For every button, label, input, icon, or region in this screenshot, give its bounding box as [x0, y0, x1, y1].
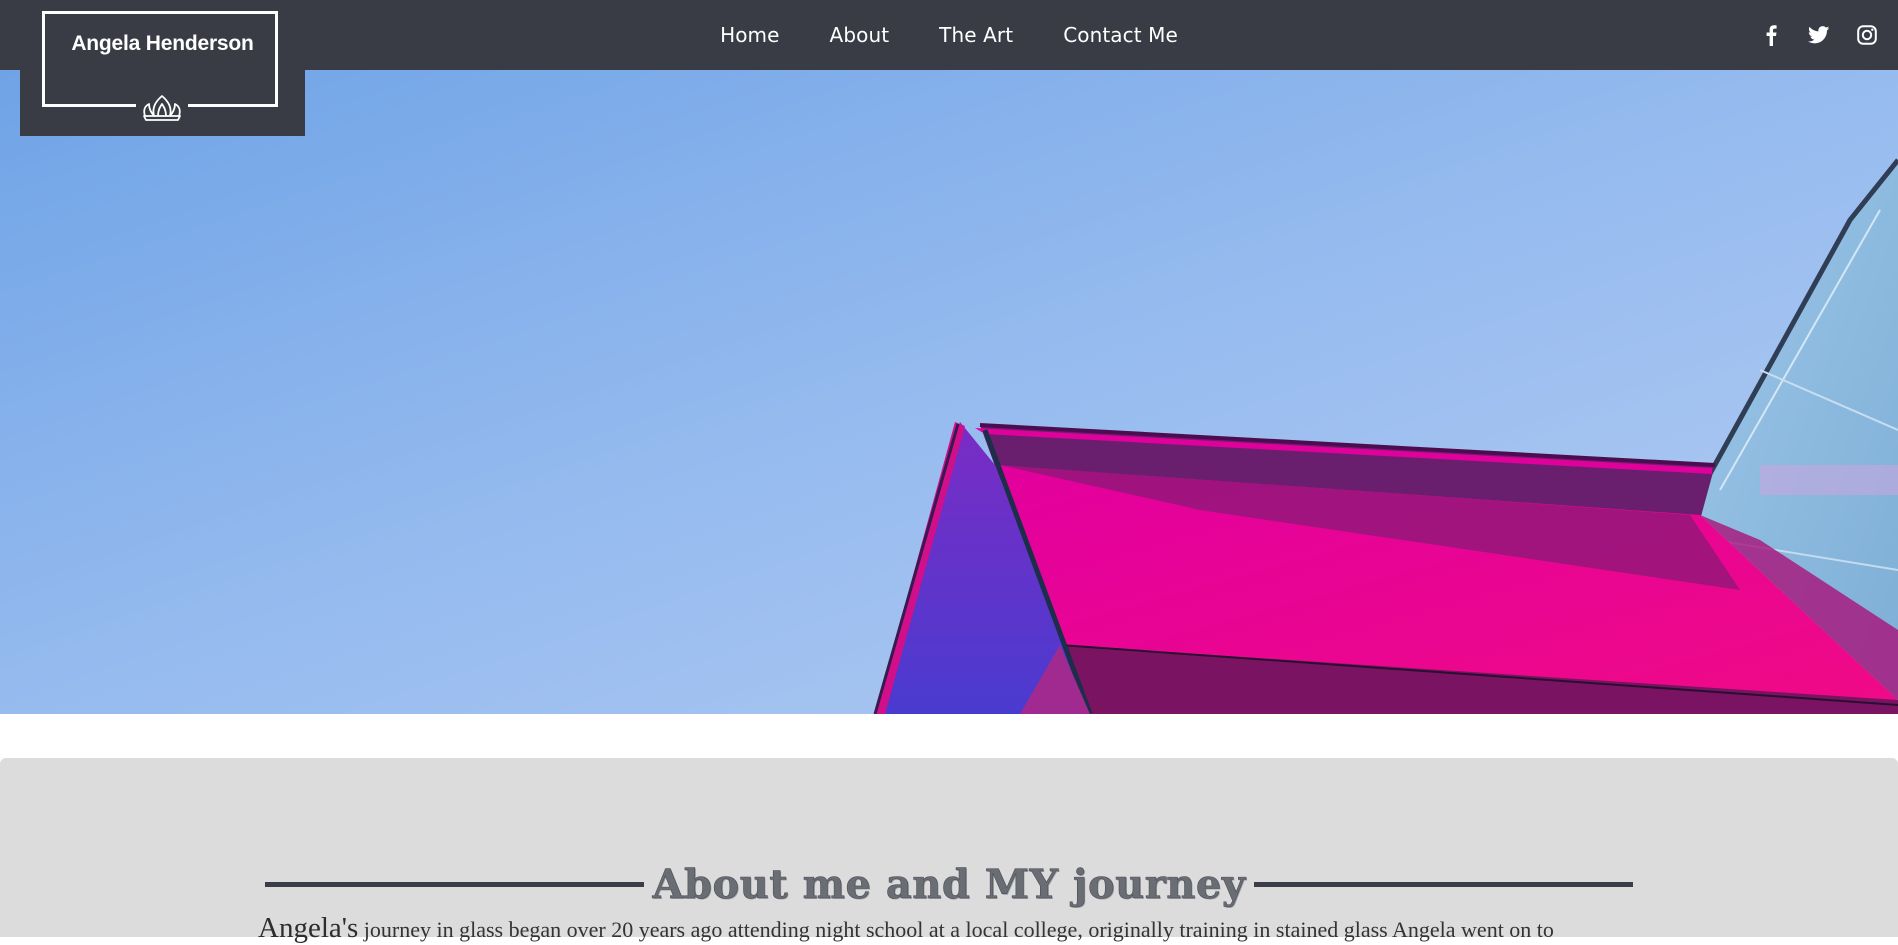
about-heading-title: About me and MY journey — [652, 860, 1246, 908]
nav-home-link[interactable]: Home — [720, 23, 779, 47]
social-links — [1760, 0, 1878, 70]
site-logo[interactable]: Angela Henderson — [20, 0, 305, 136]
hero-image — [0, 70, 1898, 714]
lotus-crown-icon — [136, 90, 188, 122]
instagram-icon[interactable] — [1856, 24, 1878, 46]
heading-divider-left — [265, 881, 645, 887]
facebook-icon[interactable] — [1760, 24, 1782, 46]
about-paragraph: Angela's journey in glass began over 20 … — [258, 912, 1648, 945]
nav-about-link[interactable]: About — [830, 23, 890, 47]
nav-the-art-link[interactable]: The Art — [939, 23, 1013, 47]
logo-title: Angela Henderson — [71, 32, 254, 55]
twitter-icon[interactable] — [1808, 24, 1830, 46]
nav-contact-link[interactable]: Contact Me — [1063, 23, 1178, 47]
about-section: About me and MY journey Angela's journey… — [0, 758, 1898, 944]
about-heading: About me and MY journey — [265, 854, 1634, 914]
about-lead-word: Angela's — [258, 912, 359, 944]
heading-divider-right — [1253, 881, 1634, 887]
about-body-text: journey in glass began over 20 years ago… — [358, 917, 1554, 942]
